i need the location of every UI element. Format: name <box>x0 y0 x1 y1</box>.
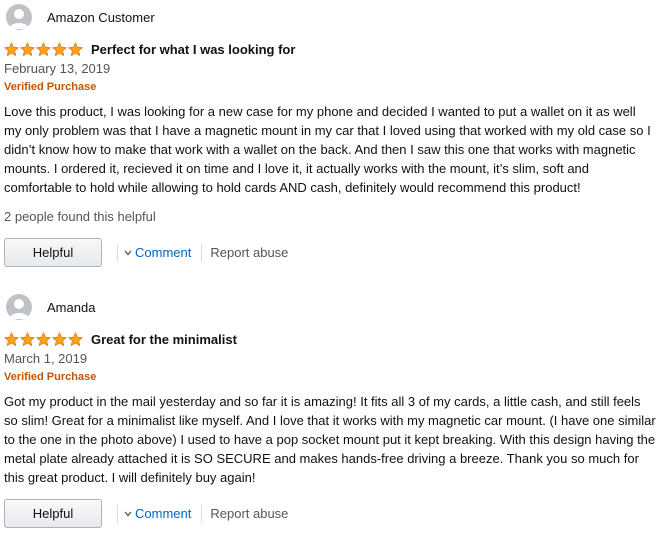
star-rating[interactable] <box>4 331 83 347</box>
review-body: Got my product in the mail yesterday and… <box>4 394 656 485</box>
star-icon <box>36 331 51 347</box>
review-title-row: Perfect for what I was looking for <box>4 40 295 58</box>
review-date: February 13, 2019 <box>4 61 111 76</box>
star-icon <box>52 41 67 57</box>
star-icon <box>20 331 35 347</box>
report-abuse-link[interactable]: Report abuse <box>210 245 288 260</box>
reviewer-name: Amanda <box>47 299 96 315</box>
divider <box>201 243 203 262</box>
comment-link[interactable]: Comment <box>124 506 191 521</box>
divider <box>117 243 118 262</box>
reviewer-profile[interactable]: Amazon Customer <box>6 4 155 30</box>
star-icon <box>36 41 51 57</box>
review-title-row: Great for the minimalist <box>4 330 237 348</box>
review-title[interactable]: Perfect for what I was looking for <box>91 42 295 57</box>
review-actions: Helpful Comment Report abuse <box>4 237 288 268</box>
review-body: Love this product, I was looking for a n… <box>4 104 651 195</box>
review-actions: Helpful Comment Report abuse <box>4 498 288 529</box>
divider <box>201 504 203 523</box>
helpful-button[interactable]: Helpful <box>4 238 102 267</box>
reviews-page: Amazon Customer Perfect for what I was l… <box>0 0 657 547</box>
reviewer-profile[interactable]: Amanda <box>6 294 95 320</box>
review-date: March 1, 2019 <box>4 351 88 366</box>
chevron-down-icon <box>124 250 132 255</box>
verified-purchase-badge[interactable]: Verified Purchase <box>4 81 96 93</box>
star-icon <box>4 331 19 347</box>
helpful-button[interactable]: Helpful <box>4 499 102 528</box>
star-rating[interactable] <box>4 41 83 57</box>
comment-label: Comment <box>135 506 192 521</box>
divider <box>117 504 118 523</box>
star-icon <box>68 41 83 57</box>
default-avatar-icon <box>6 4 32 30</box>
star-icon <box>20 41 35 57</box>
default-avatar-icon <box>6 294 32 320</box>
star-icon <box>52 331 67 347</box>
star-icon <box>68 331 83 347</box>
review-title[interactable]: Great for the minimalist <box>91 332 237 347</box>
reviewer-name: Amazon Customer <box>47 9 155 25</box>
chevron-down-icon <box>124 511 132 516</box>
comment-link[interactable]: Comment <box>124 245 191 260</box>
star-icon <box>4 41 19 57</box>
verified-purchase-badge[interactable]: Verified Purchase <box>4 371 96 383</box>
comment-label: Comment <box>135 245 192 260</box>
helpful-count: 2 people found this helpful <box>4 209 156 224</box>
report-abuse-link[interactable]: Report abuse <box>210 506 288 521</box>
